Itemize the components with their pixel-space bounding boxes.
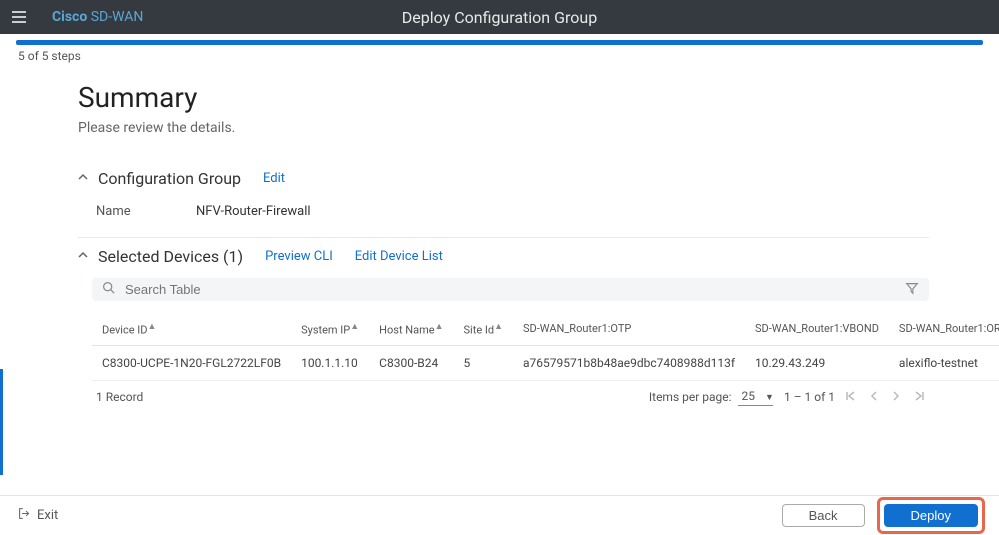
items-per-page-label: Items per page: (649, 390, 732, 404)
page-range: 1 – 1 of 1 (784, 390, 835, 404)
col-host-name[interactable]: Host Name▲ (369, 313, 453, 345)
table-row[interactable]: C8300-UCPE-1N20-FGL2722LF0B 100.1.1.10 C… (92, 345, 999, 380)
col-site-id[interactable]: Site Id▲ (454, 313, 513, 345)
config-name-label: Name (96, 204, 196, 219)
summary-subtext: Please review the details. (78, 120, 929, 136)
devices-header[interactable]: Selected Devices (1) Preview CLI Edit De… (78, 238, 929, 266)
config-name-row: Name NFV-Router-Firewall (78, 198, 929, 233)
devices-table: Device ID▲ System IP▲ Host Name▲ Site Id… (92, 313, 999, 381)
cell-orgname: alexiflo-testnet (889, 345, 999, 380)
table-header-row: Device ID▲ System IP▲ Host Name▲ Site Id… (92, 313, 999, 345)
cell-host-name: C8300-B24 (369, 345, 453, 380)
next-page-icon[interactable] (891, 390, 901, 405)
search-bar (92, 278, 929, 301)
last-page-icon[interactable] (913, 390, 925, 405)
left-accent-bar (0, 369, 3, 475)
config-group-title: Configuration Group (98, 169, 241, 188)
deploy-highlight: Deploy (877, 497, 985, 534)
app-header: Cisco SD-WAN Deploy Configuration Group (0, 0, 999, 34)
search-input[interactable] (125, 282, 905, 297)
deploy-button[interactable]: Deploy (884, 504, 978, 527)
brand-label: Cisco SD-WAN (52, 9, 143, 25)
main-content: Summary Please review the details. Confi… (0, 63, 999, 406)
records-count: 1 Record (96, 390, 143, 404)
exit-label: Exit (37, 508, 58, 523)
prev-page-icon[interactable] (869, 390, 879, 405)
menu-icon[interactable] (12, 5, 36, 29)
chevron-up-icon (78, 171, 88, 186)
progress-bar (16, 40, 983, 45)
page-title: Deploy Configuration Group (402, 8, 597, 27)
cell-system-ip: 100.1.1.10 (291, 345, 369, 380)
col-orgname[interactable]: SD-WAN_Router1:ORGNAME (889, 313, 999, 345)
col-vbond[interactable]: SD-WAN_Router1:VBOND (745, 313, 889, 345)
footer-bar: Exit Back Deploy (0, 495, 999, 535)
summary-heading: Summary (78, 81, 929, 114)
config-group-header[interactable]: Configuration Group Edit (78, 160, 929, 188)
col-system-ip[interactable]: System IP▲ (291, 313, 369, 345)
table-footer: 1 Record Items per page: 25 ▼ 1 – 1 of 1 (92, 381, 929, 406)
filter-icon[interactable] (905, 281, 919, 299)
exit-icon (18, 507, 31, 524)
items-per-page: Items per page: 25 ▼ (649, 389, 774, 406)
edit-device-list-link[interactable]: Edit Device List (355, 249, 443, 264)
col-device-id[interactable]: Device ID▲ (92, 313, 291, 345)
cell-site-id: 5 (454, 345, 513, 380)
pagination-arrows (845, 390, 925, 405)
config-name-value: NFV-Router-Firewall (196, 204, 311, 219)
search-icon (102, 281, 115, 298)
cell-device-id: C8300-UCPE-1N20-FGL2722LF0B (92, 345, 291, 380)
progress-wrap (0, 34, 999, 47)
chevron-up-icon (78, 249, 88, 264)
cell-otp: a76579571b8b48ae9dbc7408988d113f (513, 345, 745, 380)
cell-vbond: 10.29.43.249 (745, 345, 889, 380)
edit-config-link[interactable]: Edit (263, 171, 285, 186)
steps-text: 5 of 5 steps (0, 47, 999, 63)
brand-bold: Cisco (52, 9, 87, 25)
first-page-icon[interactable] (845, 390, 857, 405)
brand-rest: SD-WAN (87, 9, 143, 25)
items-per-page-select[interactable]: 25 (738, 389, 774, 406)
back-button[interactable]: Back (782, 504, 865, 527)
col-otp[interactable]: SD-WAN_Router1:OTP (513, 313, 745, 345)
exit-button[interactable]: Exit (18, 507, 58, 524)
table-wrap: Device ID▲ System IP▲ Host Name▲ Site Id… (92, 278, 929, 406)
devices-title: Selected Devices (1) (98, 247, 243, 266)
preview-cli-link[interactable]: Preview CLI (265, 249, 333, 264)
